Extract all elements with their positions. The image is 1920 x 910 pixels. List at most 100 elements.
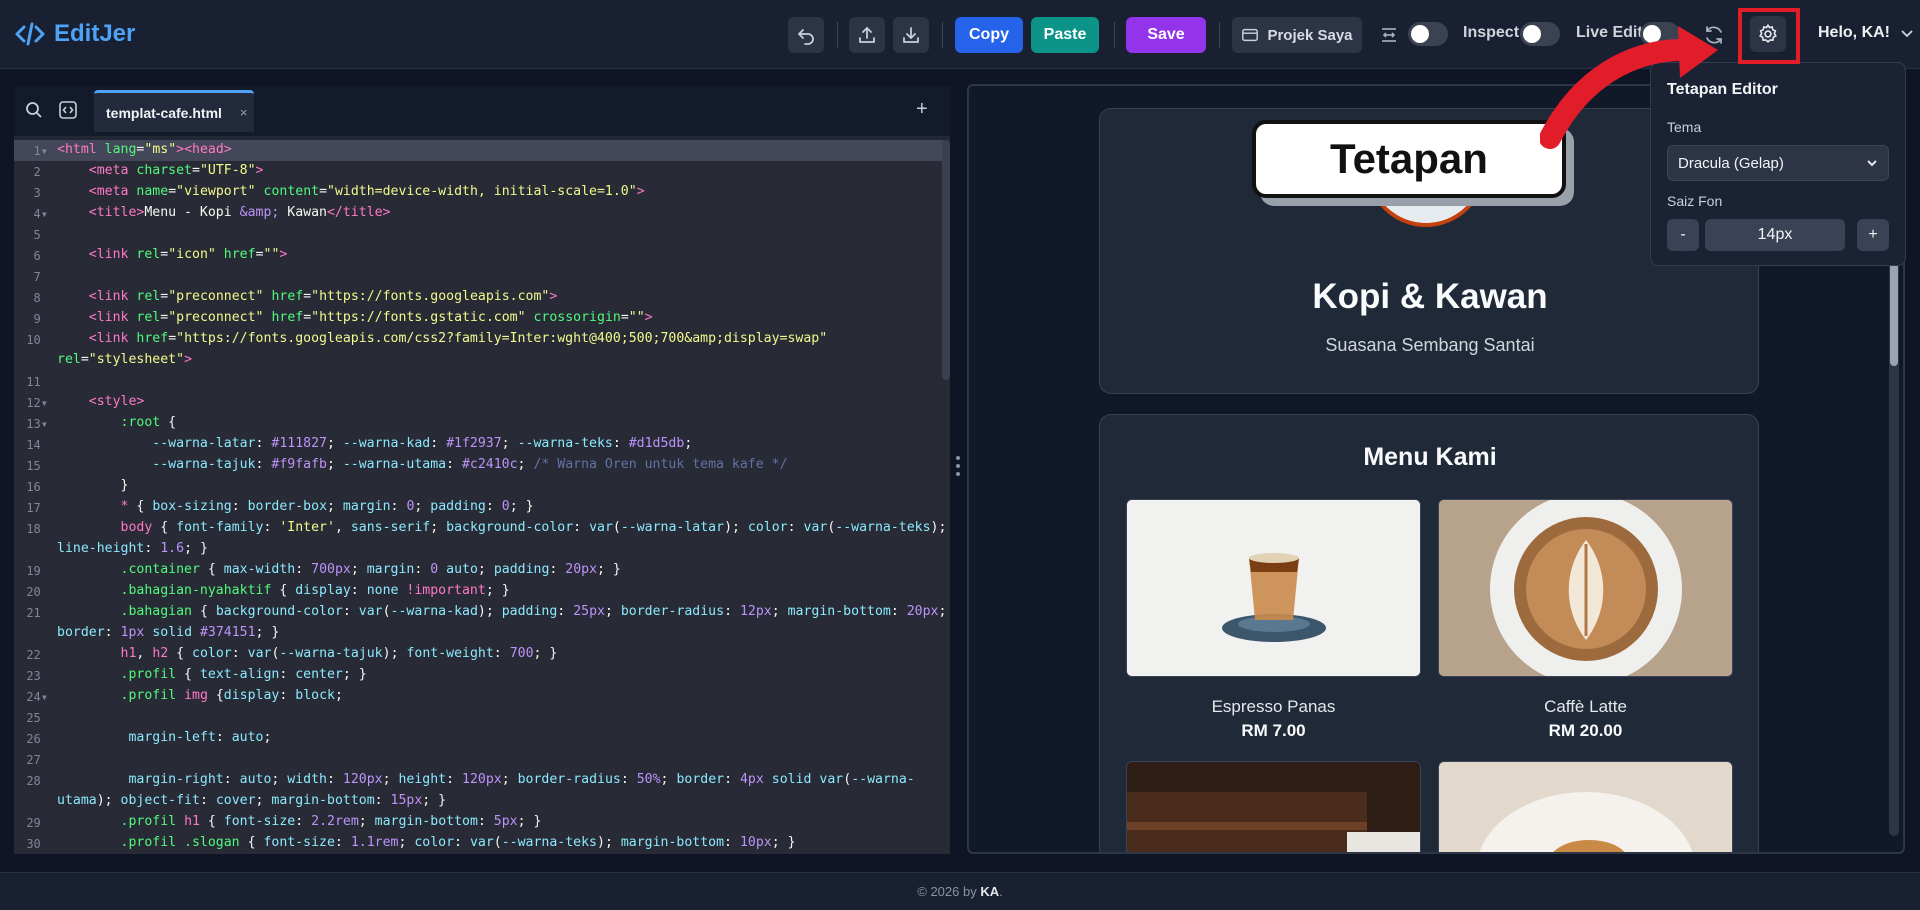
theme-select[interactable]: Dracula (Gelap) (1667, 145, 1889, 181)
editor-tab-bar: templat-cafe.html × + (14, 86, 950, 136)
chevron-down-icon (1867, 160, 1877, 167)
code-line: line-height: 1.6; } (57, 541, 208, 556)
menu-item-price: RM 20.00 (1548, 721, 1623, 740)
line-number: 18 (26, 522, 48, 536)
code-line: * { box-sizing: border-box; margin: 0; p… (120, 499, 534, 514)
tab-templat-cafe[interactable]: templat-cafe.html × (94, 90, 254, 132)
line-number: 21 (26, 606, 48, 620)
code-line: margin-right: auto; width: 120px; height… (128, 772, 915, 787)
footer-author: KA (980, 884, 1000, 899)
line-number: 11 (26, 375, 48, 389)
code-editor-panel: templat-cafe.html × + 1▾ 2 3 4▾ 5 6 7 8 9 … (14, 86, 950, 854)
menu-item-image-cake (1126, 761, 1421, 852)
callout-arrow-icon (1540, 26, 1718, 149)
code-line: :root { (120, 415, 177, 430)
footer-suffix: . (999, 884, 1003, 899)
code-line: .profil { text-align: center; } (120, 667, 367, 682)
copy-button[interactable]: Copy (955, 17, 1023, 53)
menu-item-price: RM 7.00 (1241, 721, 1306, 740)
upload-button[interactable] (849, 17, 885, 53)
download-button[interactable] (893, 17, 929, 53)
code-line: border: 1px solid #374151; } (57, 625, 280, 640)
save-button[interactable]: Save (1126, 17, 1206, 53)
code-line: } (57, 478, 129, 493)
user-greeting: Helo, KA! (1818, 24, 1890, 41)
code-line: <html lang="ms"><head> (57, 142, 232, 157)
line-number: 20 (26, 585, 48, 599)
line-number: 8 (33, 291, 48, 305)
window-icon (1242, 28, 1259, 42)
toolbar-divider (1219, 22, 1220, 48)
code-line: <meta charset="UTF-8"> (88, 163, 264, 178)
settings-highlight-box (1738, 8, 1800, 64)
toolbar-divider (942, 22, 943, 48)
toolbar-divider (1114, 22, 1115, 48)
format-icon[interactable] (58, 100, 78, 120)
line-number: 6 (33, 249, 48, 263)
line-number: 2 (33, 165, 48, 179)
line-number: 12▾ (26, 396, 48, 410)
wrap-icon (1382, 28, 1396, 42)
line-number: 17 (26, 501, 48, 515)
footer-prefix: © 2026 by (917, 884, 977, 899)
code-line: .bahagian-nyahaktif { display: none !imp… (120, 583, 510, 598)
undo-button[interactable] (788, 17, 824, 53)
brand-logo[interactable]: EditJer (14, 18, 135, 50)
menu-item-image-latte (1438, 499, 1733, 677)
theme-select-value: Dracula (Gelap) (1678, 154, 1784, 172)
search-icon[interactable] (24, 100, 44, 120)
code-brackets-icon (15, 22, 45, 46)
line-number: 14 (26, 438, 48, 452)
line-number: 25 (26, 711, 48, 725)
line-number: 26 (26, 732, 48, 746)
tab-label: templat-cafe.html (106, 104, 222, 121)
code-line: <link rel="icon" href=""> (88, 247, 288, 262)
line-number: 15 (26, 459, 48, 473)
editor-scrollbar[interactable] (942, 140, 950, 380)
code-line: margin-left: auto; (128, 730, 272, 745)
line-number: 7 (33, 270, 48, 284)
code-line: <title>Menu - Kopi &amp; Kawan</title> (88, 205, 391, 220)
tutorial-callout: Tetapan (1252, 120, 1566, 198)
footer: © 2026 by KA. (0, 872, 1920, 910)
code-line: .bahagian { background-color: var(--warn… (120, 604, 947, 619)
code-area[interactable]: 1▾ 2 3 4▾ 5 6 7 8 9 10 11 12▾ 13▾ 14 15 16 1… (14, 140, 950, 854)
my-projects-button[interactable]: Projek Saya (1232, 17, 1362, 53)
user-menu[interactable]: Helo, KA! (1818, 24, 1914, 42)
line-number: 22 (26, 648, 48, 662)
font-size-increase-button[interactable]: + (1857, 219, 1889, 251)
paste-button[interactable]: Paste (1031, 17, 1099, 53)
line-number: 28 (26, 774, 48, 788)
code-line: rel="stylesheet"> (57, 352, 193, 367)
line-number: 3 (33, 186, 48, 200)
code-line: h1, h2 { color: var(--warna-tajuk); font… (120, 646, 558, 661)
menu-item-image-espresso (1126, 499, 1421, 677)
line-number: 10 (26, 333, 48, 347)
code-line: .profil .slogan { font-size: 1.1rem; col… (120, 835, 796, 850)
code-line: <meta name="viewport" content="width=dev… (88, 184, 645, 199)
code-line: <link rel="preconnect" href="https://fon… (88, 289, 558, 304)
line-number: 27 (26, 753, 48, 767)
font-size-value: 14px (1705, 219, 1845, 251)
panel-resize-handle[interactable] (956, 456, 960, 486)
add-tab-button[interactable]: + (916, 98, 928, 121)
code-line: <style> (88, 394, 145, 409)
line-number: 5 (33, 228, 48, 242)
brand-name: EditJer (54, 20, 136, 47)
line-number: 16 (26, 480, 48, 494)
line-number: 1▾ (33, 144, 48, 158)
code-line: body { font-family: 'Inter', sans-serif;… (120, 520, 947, 535)
code-line: <link href="https://fonts.googleapis.com… (88, 331, 828, 346)
wrap-toggle[interactable] (1408, 22, 1448, 46)
tab-close-icon[interactable]: × (240, 105, 248, 120)
font-size-label: Saiz Fon (1667, 193, 1723, 209)
line-number: 29 (26, 816, 48, 830)
undo-icon (798, 29, 814, 45)
font-size-decrease-button[interactable]: - (1667, 219, 1699, 251)
line-number: 24▾ (26, 690, 48, 704)
upload-icon (859, 27, 875, 43)
code-line: .profil h1 { font-size: 2.2rem; margin-b… (120, 814, 542, 829)
my-projects-label: Projek Saya (1267, 26, 1353, 44)
code-line: --warna-latar: #111827; --warna-kad: #1f… (152, 436, 693, 451)
menu-item-image-croissant (1438, 761, 1733, 852)
